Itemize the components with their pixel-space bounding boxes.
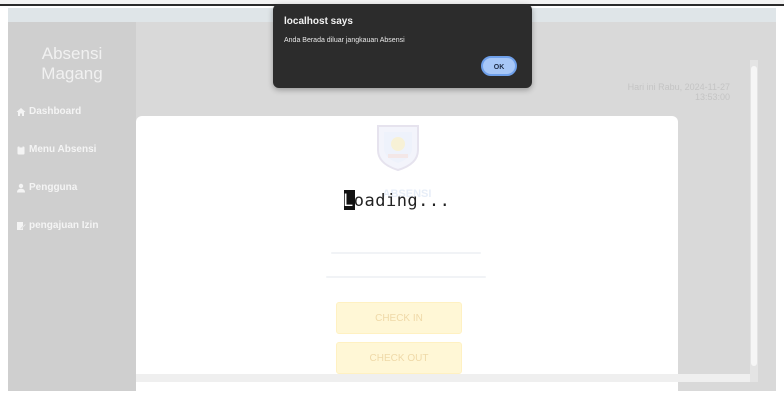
scrollbar-thumb[interactable]: [751, 66, 757, 366]
check-in-button[interactable]: CHECK IN: [336, 302, 462, 334]
check-out-button[interactable]: CHECK OUT: [336, 342, 462, 374]
attendance-card: ABSENSI CHECK IN CHECK OUT: [136, 116, 678, 391]
alert-dialog: localhost says Anda Berada diluar jangka…: [273, 4, 532, 88]
emblem-logo: [377, 125, 419, 172]
dialog-title: localhost says: [284, 16, 353, 27]
ok-button[interactable]: OK: [481, 56, 517, 76]
sidebar-item-pengguna[interactable]: Pengguna: [16, 182, 77, 193]
faint-text-line: [326, 276, 486, 278]
edit-document-icon: [17, 221, 26, 230]
header-date: Hari ini Rabu, 2024-11-27 13:53:00: [628, 82, 730, 102]
brand-line-2: Magang: [41, 64, 103, 83]
user-icon: [17, 183, 25, 192]
sidebar-item-label: Menu Absensi: [29, 144, 97, 155]
home-icon: [16, 107, 26, 116]
sidebar-item-pengajuan-izin[interactable]: pengajuan Izin: [16, 220, 98, 231]
loading-first-letter: L: [343, 191, 354, 211]
dialog-message: Anda Berada diluar jangkauan Absensi: [284, 37, 405, 44]
sidebar-item-label: Dashboard: [29, 106, 82, 117]
date-line-2: 13:53:00: [694, 92, 730, 102]
sidebar-item-label: Pengguna: [29, 182, 78, 193]
horizontal-scrollbar[interactable]: [136, 374, 756, 382]
sidebar-brand: Absensi Magang: [8, 44, 136, 84]
sidebar-item-menu-absensi[interactable]: Menu Absensi: [16, 144, 96, 155]
loading-text: oading...: [353, 191, 451, 211]
faint-text-line: [331, 252, 481, 254]
clipboard-icon: [17, 145, 25, 154]
sidebar-item-dashboard[interactable]: Dashboard: [16, 106, 81, 117]
sidebar: Absensi Magang Dashboard Menu Absensi Pe…: [8, 22, 136, 391]
brand-line-1: Absensi: [41, 44, 103, 63]
sidebar-item-label: pengajuan Izin: [29, 220, 99, 231]
date-line-1: Hari ini Rabu, 2024-11-27: [627, 82, 730, 92]
vertical-scrollbar[interactable]: [750, 60, 758, 382]
loading-indicator: Loading...: [343, 190, 451, 211]
